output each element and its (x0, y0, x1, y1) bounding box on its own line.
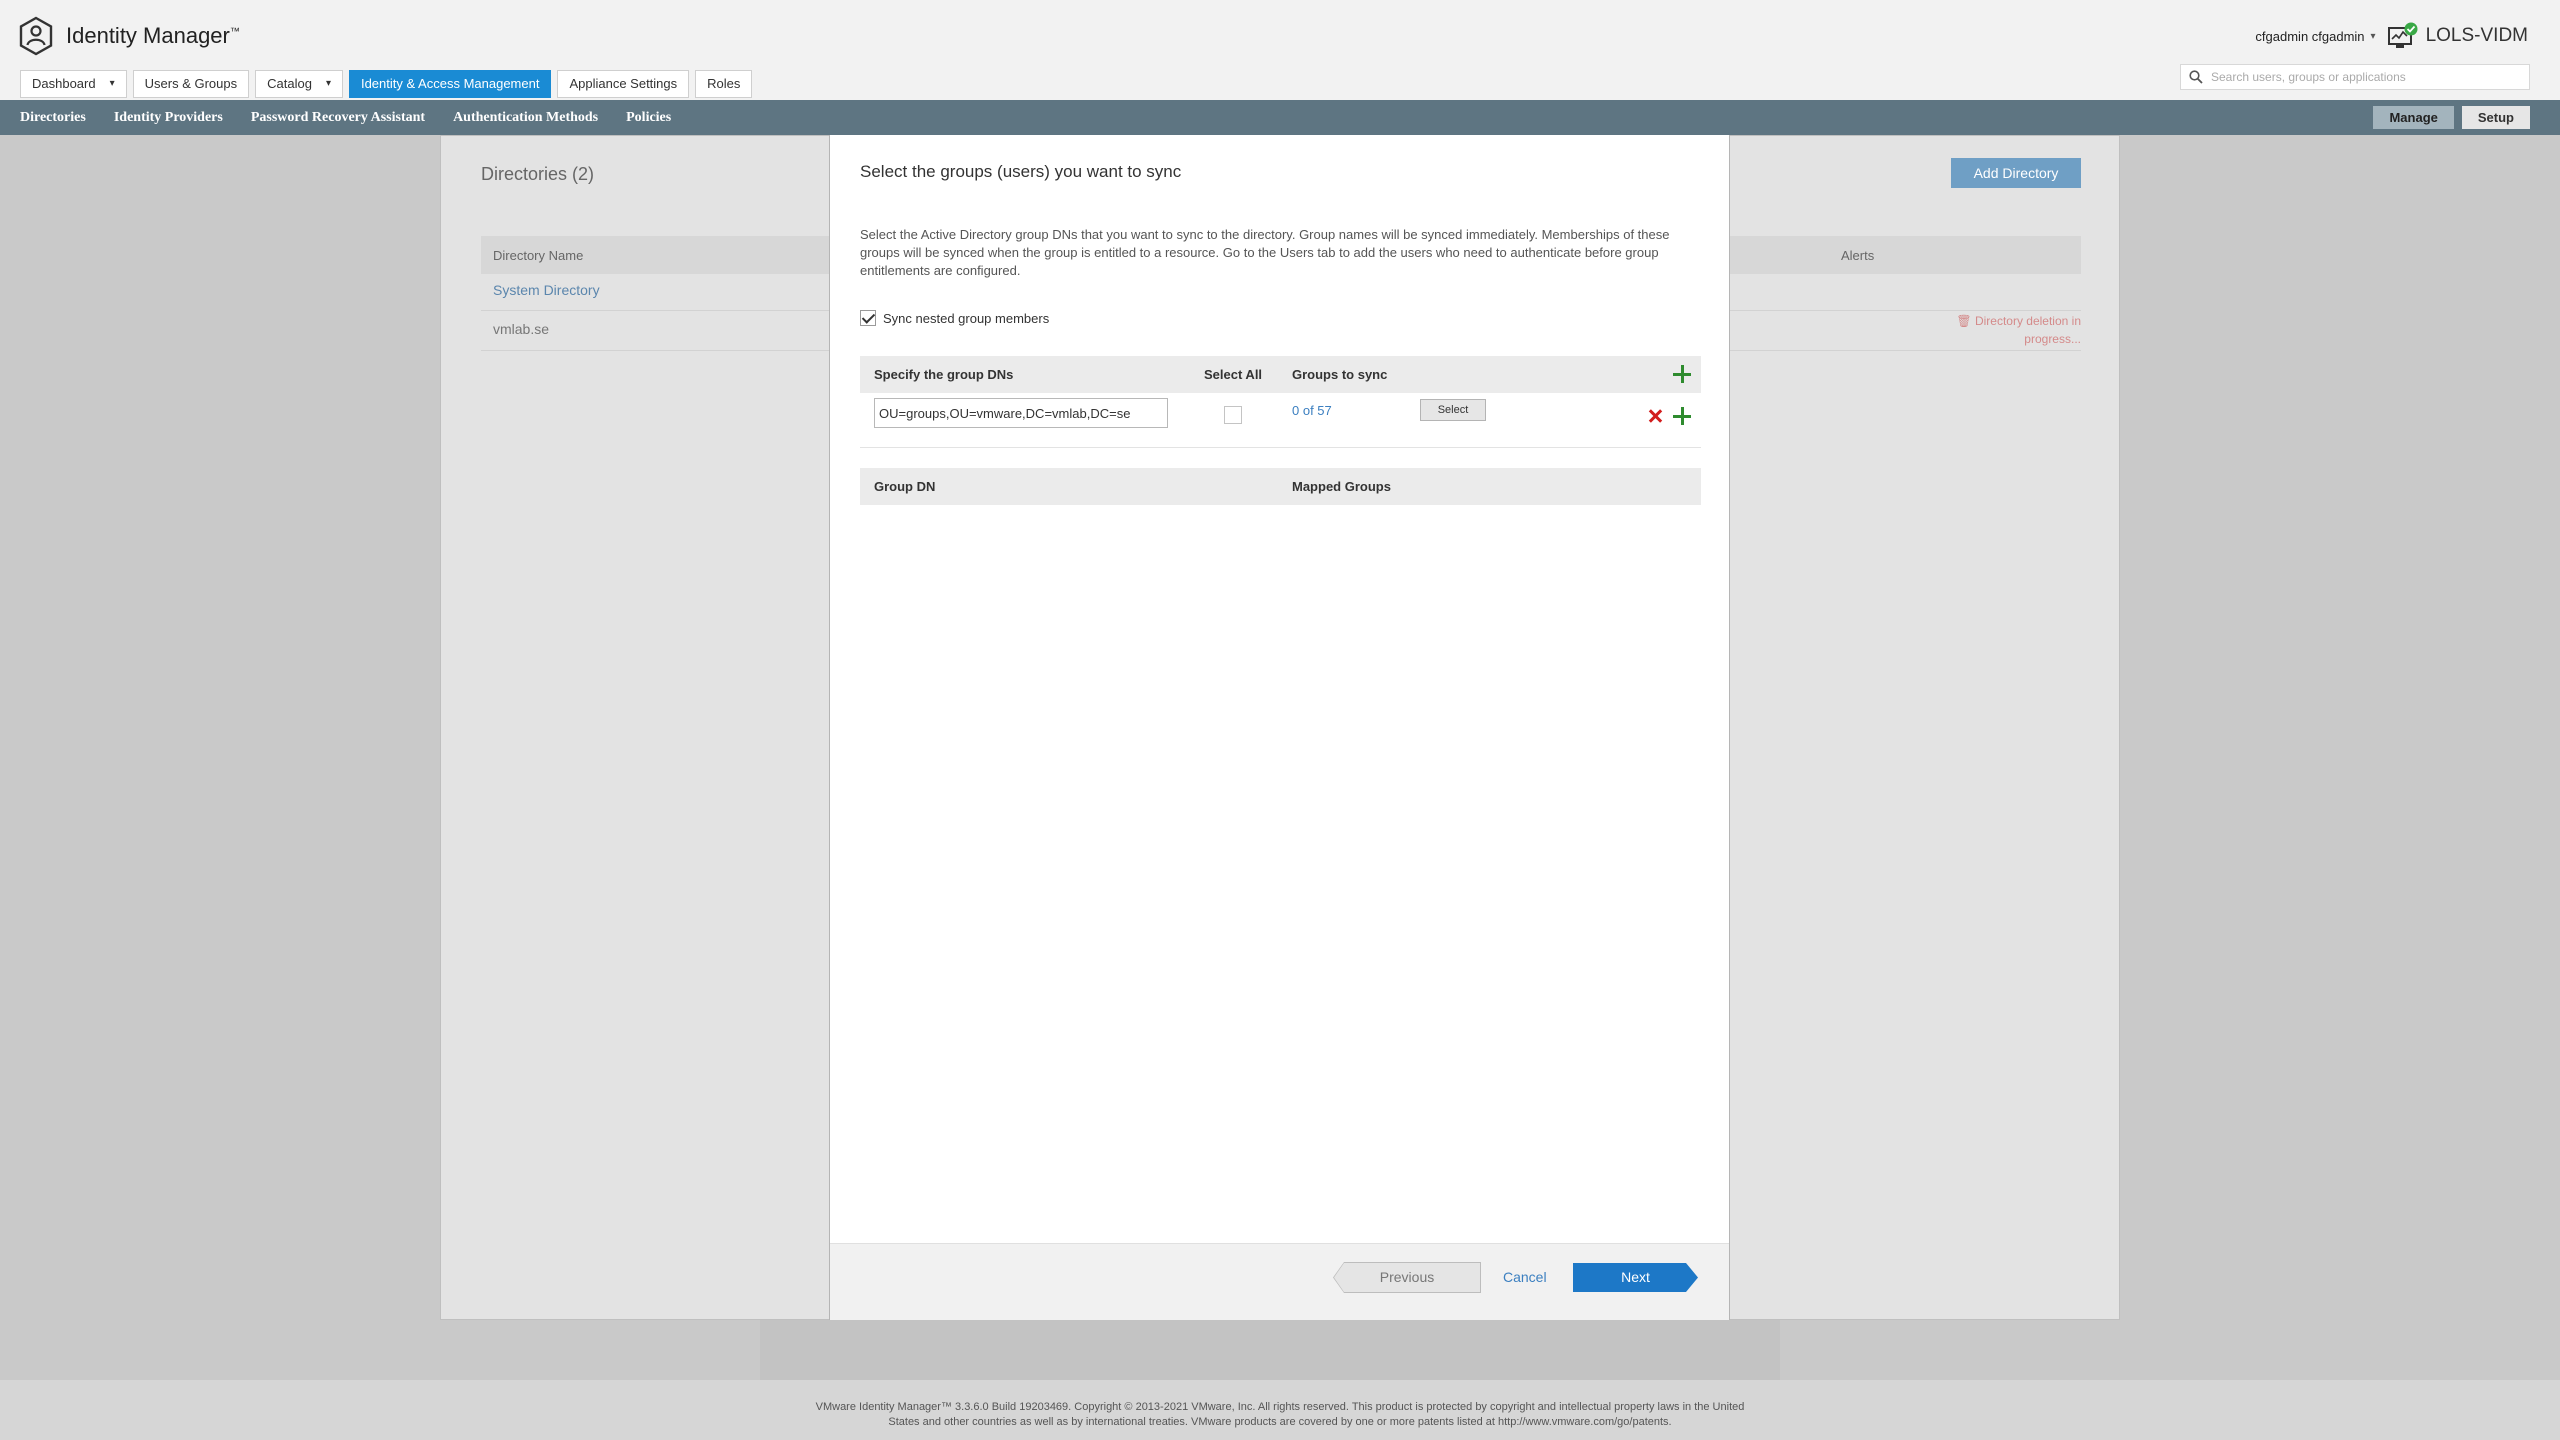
delete-row-icon[interactable] (1647, 408, 1663, 424)
tab-identity-access-management[interactable]: Identity & Access Management (348, 70, 552, 98)
host-name: LOLS-VIDM (2425, 25, 2528, 46)
mapped-groups-header: Group DN Mapped Groups (860, 468, 1701, 505)
next-button[interactable]: Next (1573, 1263, 1698, 1292)
column-mapped-groups: Mapped Groups (1292, 479, 1391, 494)
column-group-dns: Specify the group DNs (874, 367, 1014, 382)
column-groups-to-sync: Groups to sync (1292, 367, 1388, 382)
user-menu[interactable]: cfgadmin cfgadmin (2255, 29, 2364, 44)
column-group-dn: Group DN (874, 479, 936, 494)
sync-groups-dialog: Select the groups (users) you want to sy… (829, 135, 1730, 1320)
main-nav: Dashboard ▾ Users & Groups Catalog ▾ Ident… (20, 70, 758, 98)
global-search[interactable] (2180, 64, 2530, 90)
previous-button[interactable]: Previous (1334, 1263, 1480, 1292)
column-directory-name: Directory Name (493, 248, 584, 263)
column-alerts: Alerts (1841, 248, 1875, 263)
tab-appliance-settings[interactable]: Appliance Settings (557, 70, 690, 98)
sync-nested-checkbox[interactable] (860, 310, 876, 326)
subnav-directories[interactable]: Directories (20, 110, 86, 126)
search-icon (2189, 70, 2203, 84)
cancel-button[interactable]: Cancel (1503, 1269, 1547, 1285)
directory-name-vmlab: vmlab.se (493, 321, 550, 337)
search-input[interactable] (2209, 69, 2513, 85)
sync-nested-label: Sync nested group members (883, 310, 1050, 326)
sub-nav: Directories Identity Providers Password … (0, 100, 2560, 135)
identity-logo-icon (19, 16, 53, 56)
chevron-down-icon[interactable]: ▾ (110, 70, 115, 98)
group-dn-table: Specify the group DNs Select All Groups … (860, 356, 1701, 448)
footer-line-1: VMware Identity Manager™ 3.3.6.0 Build 1… (815, 1401, 1745, 1413)
mode-switch: Manage Setup (2365, 106, 2530, 129)
select-all-checkbox[interactable] (1224, 406, 1242, 424)
group-dn-input[interactable] (874, 398, 1168, 428)
deletion-alert: 🗑 Directory deletion in progress... (1956, 314, 2081, 346)
subnav-identity-providers[interactable]: Identity Providers (114, 110, 223, 126)
trash-icon: 🗑 (1956, 314, 1975, 328)
add-directory-button[interactable]: Add Directory (1951, 158, 2081, 188)
select-groups-button[interactable]: Select (1420, 399, 1486, 421)
app-name: Identity Manager™ (66, 23, 240, 48)
footer-shadow (760, 1320, 1780, 1380)
user-menu-caret-icon[interactable]: ▾ (2371, 31, 2376, 42)
user-area: cfgadmin cfgadmin ▾ LOLS-VIDM (2255, 22, 2528, 50)
column-select-all: Select All (1204, 367, 1263, 382)
top-header: Identity Manager™ cfgadmin cfgadmin ▾ LO… (0, 0, 2560, 100)
footer-line-2: States and other countries as well as by… (888, 1416, 1672, 1428)
tab-catalog[interactable]: Catalog ▾ (255, 70, 343, 98)
manage-button[interactable]: Manage (2373, 106, 2454, 129)
page-footer: VMware Identity Manager™ 3.3.6.0 Build 1… (0, 1380, 2560, 1440)
table-row: 0 of 57 Select (860, 393, 1701, 448)
setup-button[interactable]: Setup (2461, 106, 2530, 129)
dialog-footer: Previous Cancel Next (830, 1243, 1729, 1320)
dialog-title: Select the groups (users) you want to sy… (860, 162, 1182, 181)
tab-dashboard[interactable]: Dashboard ▾ (20, 70, 127, 98)
group-dn-table-header: Specify the group DNs Select All Groups … (860, 356, 1701, 393)
add-dn-plus-icon[interactable] (1673, 365, 1691, 383)
add-row-plus-icon[interactable] (1673, 407, 1691, 425)
directory-link-system[interactable]: System Directory (493, 282, 600, 298)
chevron-down-icon[interactable]: ▾ (326, 70, 331, 98)
tab-users-groups[interactable]: Users & Groups (132, 70, 250, 98)
groups-to-sync-count[interactable]: 0 of 57 (1292, 403, 1332, 418)
sync-nested-option[interactable]: Sync nested group members (860, 310, 1049, 326)
subnav-password-recovery[interactable]: Password Recovery Assistant (251, 110, 425, 126)
system-health-icon[interactable] (2387, 22, 2418, 50)
tab-roles[interactable]: Roles (695, 70, 753, 98)
app-brand[interactable]: Identity Manager™ (18, 16, 240, 56)
page-title: Directories (2) (481, 164, 595, 184)
subnav-authentication-methods[interactable]: Authentication Methods (453, 110, 598, 126)
subnav-policies[interactable]: Policies (626, 110, 671, 126)
dialog-description: Select the Active Directory group DNs th… (860, 227, 1670, 278)
